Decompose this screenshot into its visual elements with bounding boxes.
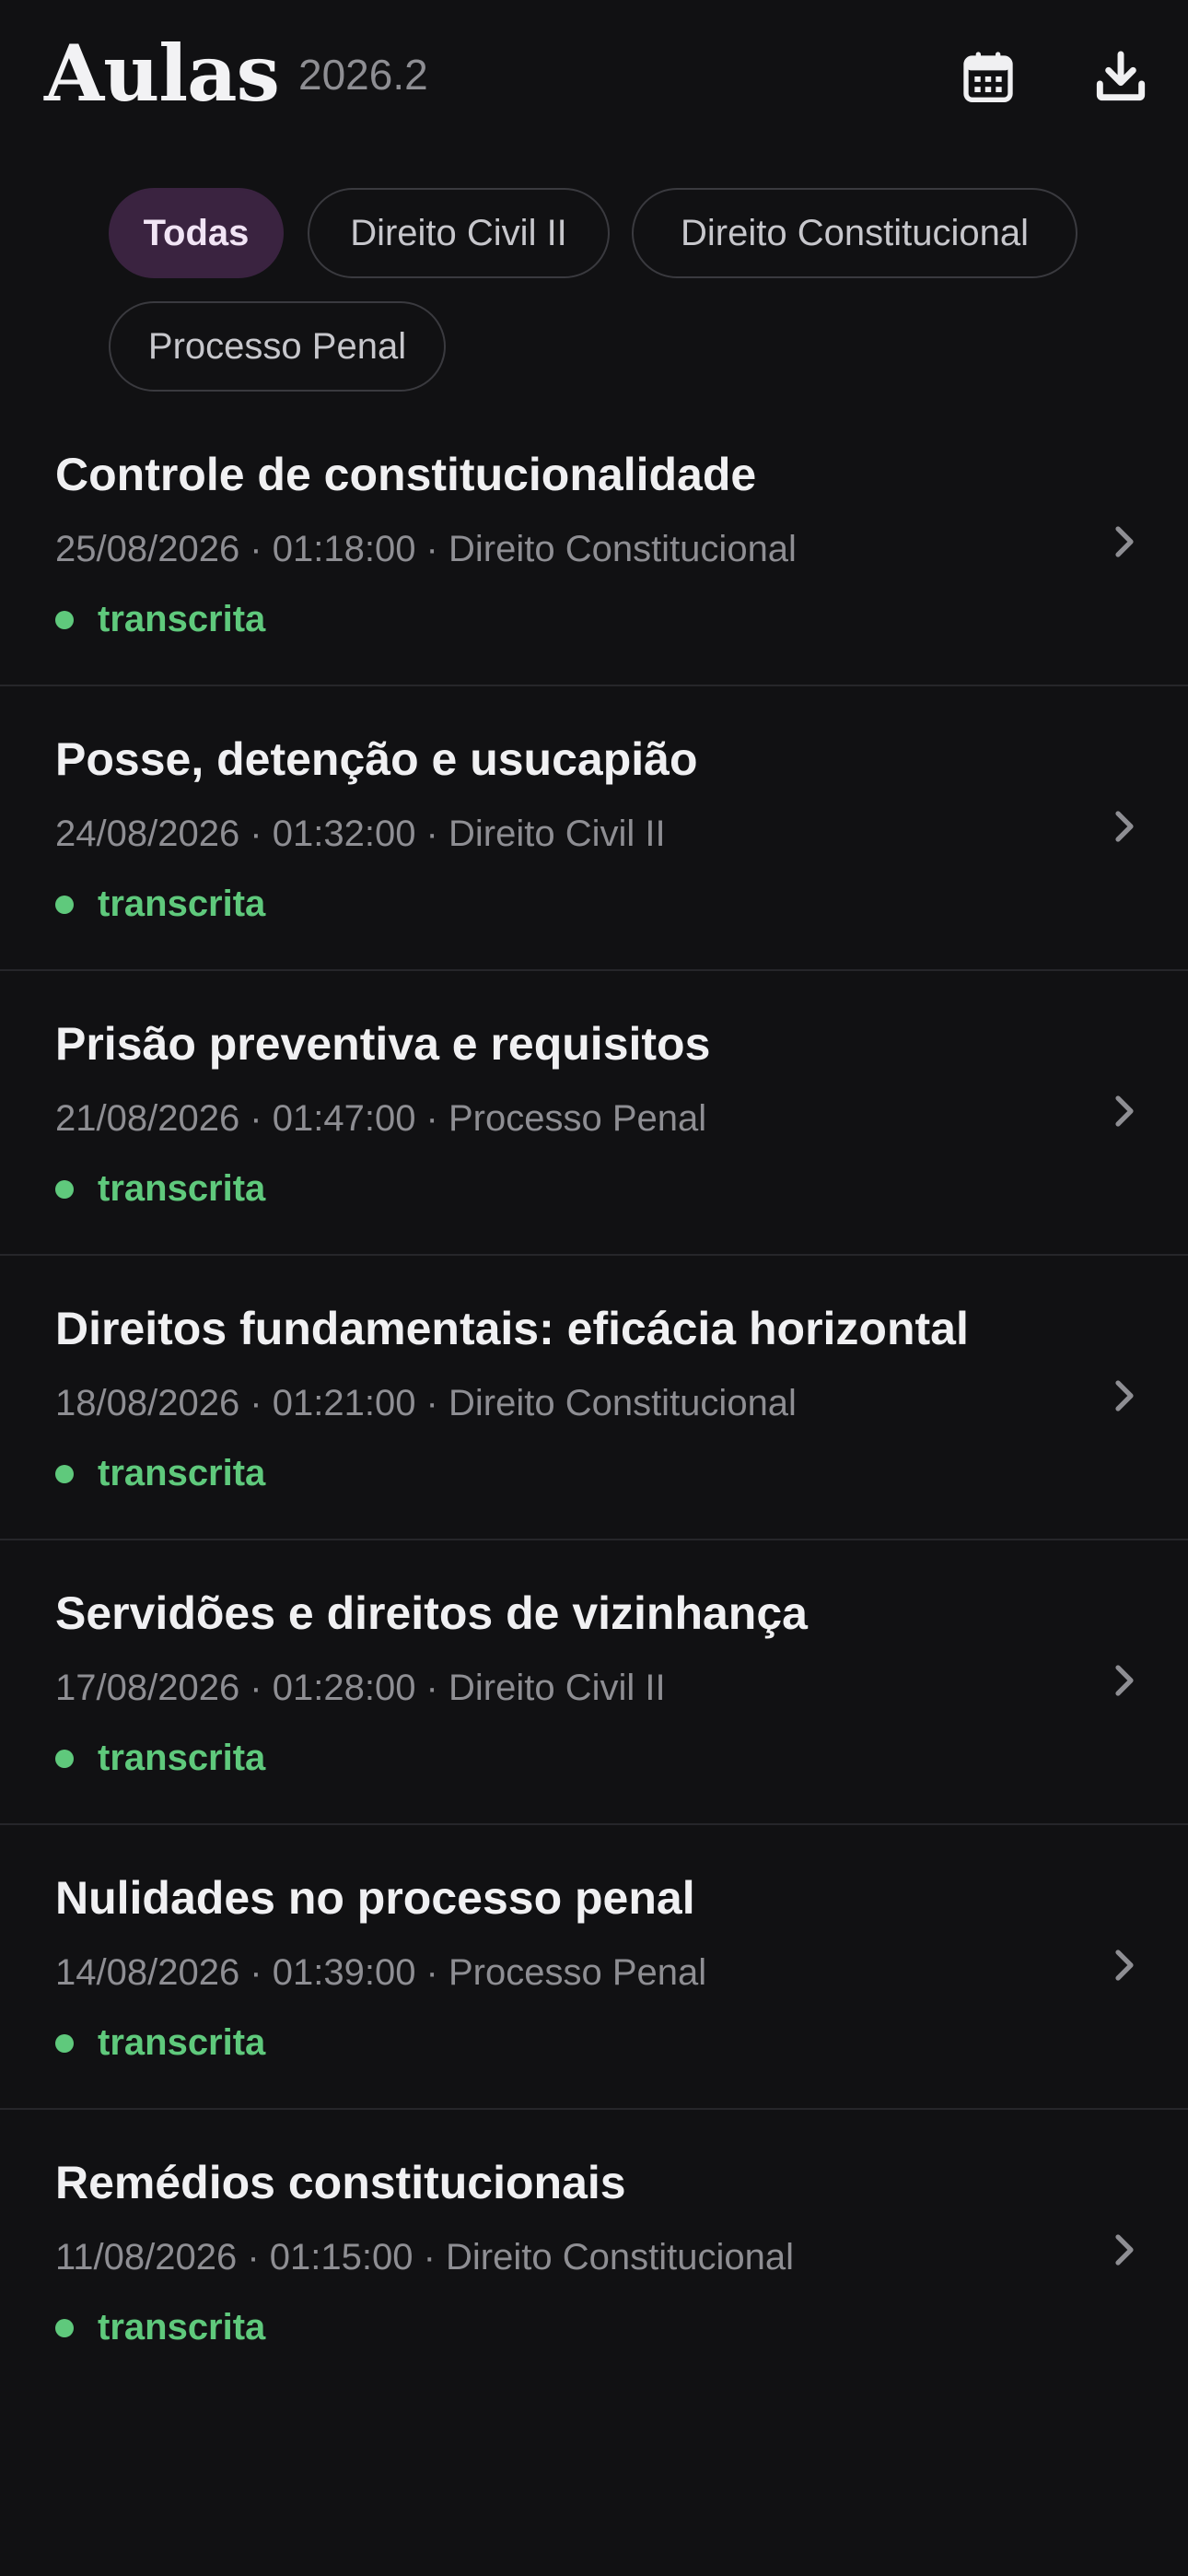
lesson-row[interactable]: Remédios constitucionais 11/08/2026 · 01…	[0, 2110, 1188, 2395]
status-label: transcrita	[98, 2307, 266, 2348]
lesson-title: Direitos fundamentais: eficácia horizont…	[55, 1303, 969, 1354]
chevron-right-icon	[1101, 520, 1146, 564]
status-dot-icon	[55, 1464, 74, 1483]
lesson-title: Servidões e direitos de vizinhança	[55, 1587, 808, 1639]
semester-label: 2026.2	[298, 51, 428, 99]
download-button[interactable]	[1079, 37, 1162, 120]
status-label: transcrita	[98, 2022, 266, 2063]
status-badge: transcrita	[55, 2307, 265, 2348]
lesson-row[interactable]: Controle de constitucionalidade 25/08/20…	[0, 402, 1188, 686]
chevron-right-icon	[1101, 1374, 1146, 1418]
download-icon	[1091, 47, 1150, 111]
app-root: Aulas 2026.2 Todas Direito Civil II Dire…	[0, 0, 1188, 2576]
lesson-row[interactable]: Servidões e direitos de vizinhança 17/08…	[0, 1540, 1188, 1825]
lesson-title: Prisão preventiva e requisitos	[55, 1018, 711, 1070]
lesson-row[interactable]: Posse, detenção e usucapião 24/08/2026 ·…	[0, 686, 1188, 971]
lesson-row[interactable]: Prisão preventiva e requisitos 21/08/202…	[0, 971, 1188, 1256]
status-badge: transcrita	[55, 2022, 265, 2064]
lesson-meta: 21/08/2026 · 01:47:00 · Processo Penal	[55, 1098, 707, 1139]
filter-chip-todas[interactable]: Todas	[109, 188, 284, 278]
status-badge: transcrita	[55, 1168, 265, 1210]
lesson-meta: 25/08/2026 · 01:18:00 · Direito Constitu…	[55, 529, 797, 569]
status-badge: transcrita	[55, 1738, 265, 1779]
status-label: transcrita	[98, 1168, 266, 1209]
chevron-right-icon	[1101, 2228, 1146, 2272]
status-badge: transcrita	[55, 599, 265, 640]
lesson-title: Posse, detenção e usucapião	[55, 733, 698, 785]
status-label: transcrita	[98, 599, 266, 639]
chevron-right-icon	[1101, 1943, 1146, 1987]
filter-chip-direito-civil-ii[interactable]: Direito Civil II	[308, 188, 610, 278]
chevron-right-icon	[1101, 1658, 1146, 1703]
header: Aulas 2026.2	[0, 0, 1188, 166]
status-dot-icon	[55, 2318, 74, 2337]
lesson-meta: 14/08/2026 · 01:39:00 · Processo Penal	[55, 1952, 707, 1993]
lesson-meta: 17/08/2026 · 01:28:00 · Direito Civil II	[55, 1668, 666, 1708]
lesson-title: Controle de constitucionalidade	[55, 449, 757, 500]
lesson-meta: 24/08/2026 · 01:32:00 · Direito Civil II	[55, 814, 666, 854]
status-badge: transcrita	[55, 884, 265, 925]
status-badge: transcrita	[55, 1453, 265, 1494]
lesson-row[interactable]: Direitos fundamentais: eficácia horizont…	[0, 1256, 1188, 1540]
status-label: transcrita	[98, 1453, 266, 1493]
filter-chip-direito-constitucional[interactable]: Direito Constitucional	[632, 188, 1077, 278]
lesson-meta: 11/08/2026 · 01:15:00 · Direito Constitu…	[55, 2237, 794, 2277]
status-dot-icon	[55, 2033, 74, 2053]
filter-chip-processo-penal[interactable]: Processo Penal	[109, 301, 446, 392]
lesson-meta: 18/08/2026 · 01:21:00 · Direito Constitu…	[55, 1383, 797, 1423]
lesson-row[interactable]: Nulidades no processo penal 14/08/2026 ·…	[0, 1825, 1188, 2110]
chevron-right-icon	[1101, 804, 1146, 849]
status-dot-icon	[55, 1749, 74, 1768]
status-label: transcrita	[98, 1738, 266, 1778]
status-label: transcrita	[98, 884, 266, 924]
calendar-button[interactable]	[947, 37, 1030, 120]
calendar-icon	[959, 47, 1018, 111]
lesson-title: Remédios constitucionais	[55, 2157, 626, 2208]
chevron-right-icon	[1101, 1089, 1146, 1133]
lesson-title: Nulidades no processo penal	[55, 1872, 695, 1924]
status-dot-icon	[55, 1179, 74, 1199]
lesson-list: Controle de constitucionalidade 25/08/20…	[0, 402, 1188, 2395]
page-title: Aulas	[44, 28, 280, 119]
status-dot-icon	[55, 610, 74, 629]
status-dot-icon	[55, 895, 74, 914]
